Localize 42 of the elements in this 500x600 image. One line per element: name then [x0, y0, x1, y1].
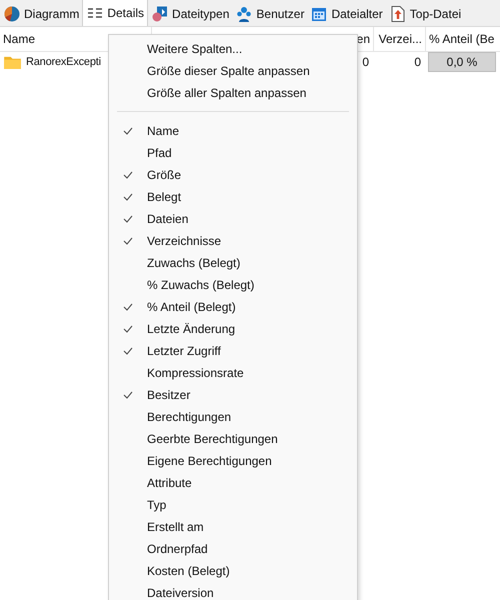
menu-item[interactable]: Dateien	[109, 208, 357, 230]
tab[interactable]: Dateialter	[307, 2, 386, 26]
menu-item[interactable]: Kosten (Belegt)	[109, 560, 357, 582]
menu-item[interactable]: Eigene Berechtigungen	[109, 450, 357, 472]
menu-item[interactable]: % Anteil (Belegt)	[109, 296, 357, 318]
menu-item[interactable]: Größe aller Spalten anpassen	[109, 82, 357, 104]
menu-item[interactable]: Ordnerpfad	[109, 538, 357, 560]
menu-item[interactable]: Berechtigungen	[109, 406, 357, 428]
table-cell: RanorexExcepti	[26, 56, 101, 68]
column-header[interactable]: Verzei...	[374, 27, 426, 51]
table-cell: 0	[362, 55, 369, 69]
menu-item[interactable]: Letzter Zugriff	[109, 340, 357, 362]
menu-item[interactable]: Größe	[109, 164, 357, 186]
file-up-arrow-icon	[390, 6, 406, 22]
users-icon	[236, 6, 252, 22]
menu-item[interactable]: Zuwachs (Belegt)	[109, 252, 357, 274]
menu-item[interactable]: Attribute	[109, 472, 357, 494]
menu-item[interactable]: Erstellt am	[109, 516, 357, 538]
menu-item[interactable]: Geerbte Berechtigungen	[109, 428, 357, 450]
menu-item[interactable]: Besitzer	[109, 384, 357, 406]
menu-item[interactable]: Dateiversion	[109, 582, 357, 600]
menu-item[interactable]: Name	[109, 120, 357, 142]
folder-icon	[4, 56, 21, 68]
tab[interactable]: Details	[82, 0, 148, 26]
calendar-icon	[311, 6, 328, 22]
menu-item[interactable]: Verzeichnisse	[109, 230, 357, 252]
column-header[interactable]: % Anteil (Be	[426, 27, 500, 51]
menu-item[interactable]: % Zuwachs (Belegt)	[109, 274, 357, 296]
pie-chart-icon	[4, 6, 20, 22]
menu-item[interactable]: Kompressionsrate	[109, 362, 357, 384]
menu-item[interactable]: Pfad	[109, 142, 357, 164]
file-types-icon	[152, 6, 168, 22]
table-cell: 0,0 %	[446, 55, 478, 69]
tab[interactable]: Dateitypen	[148, 2, 232, 26]
tab[interactable]: Top-Datei	[386, 2, 464, 26]
tab[interactable]: Diagramm	[0, 2, 82, 26]
table-cell: 0	[414, 55, 421, 69]
menu-item[interactable]: Typ	[109, 494, 357, 516]
menu-item[interactable]: Belegt	[109, 186, 357, 208]
menu-item[interactable]: Größe dieser Spalte anpassen	[109, 60, 357, 82]
menu-item[interactable]: Letzte Änderung	[109, 318, 357, 340]
tab[interactable]: Benutzer	[232, 2, 308, 26]
